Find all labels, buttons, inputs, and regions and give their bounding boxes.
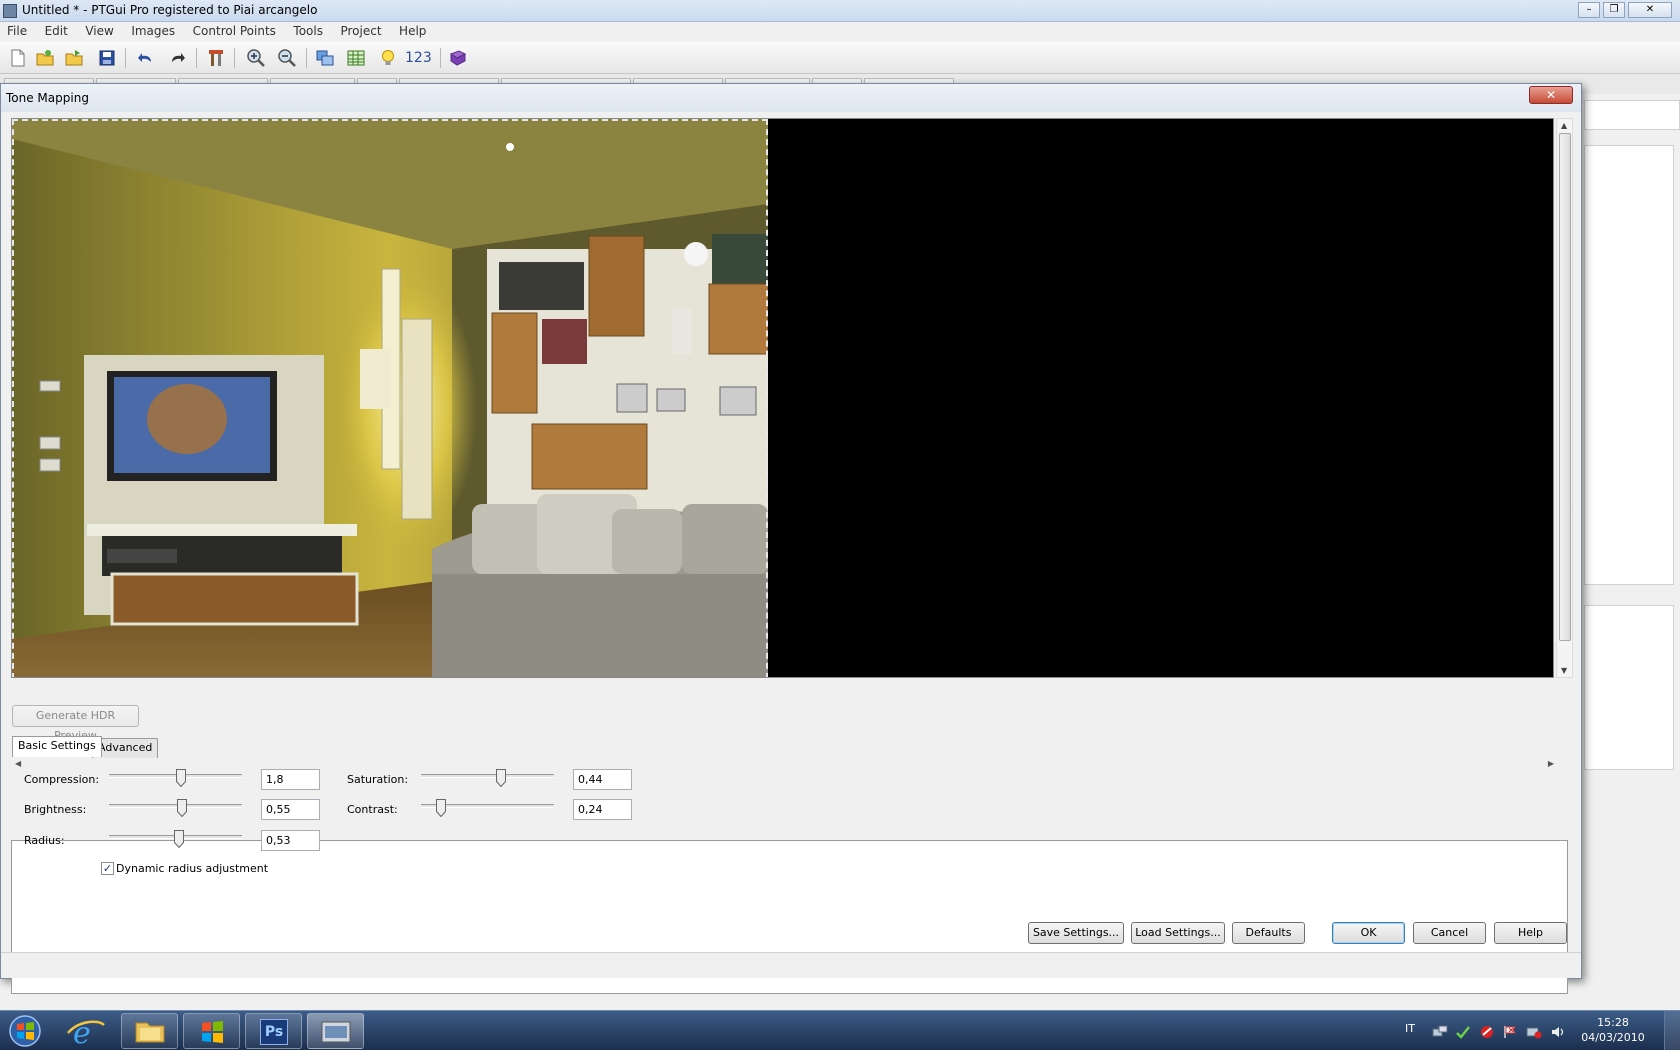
- window-title: Untitled * - PTGui Pro registered to Pia…: [22, 3, 318, 17]
- load-settings-button[interactable]: Load Settings...: [1131, 922, 1225, 944]
- ptgui-app-icon: [3, 4, 17, 18]
- zoom-in-icon[interactable]: [246, 48, 266, 68]
- network-error-icon[interactable]: [1526, 1025, 1542, 1039]
- vertical-scrollbar[interactable]: ▲ ▼: [1556, 118, 1573, 678]
- photoshop-icon[interactable]: Ps: [245, 1013, 302, 1049]
- menu-images[interactable]: Images: [124, 22, 182, 38]
- lightbulb-icon[interactable]: [378, 48, 398, 68]
- background-panel: [1584, 145, 1674, 585]
- help-button[interactable]: Help: [1494, 922, 1567, 944]
- explorer-folder-icon[interactable]: [121, 1013, 178, 1049]
- undo-icon[interactable]: [136, 48, 156, 68]
- restore-button[interactable]: ❐: [1603, 2, 1625, 18]
- menu-file[interactable]: File: [0, 22, 34, 38]
- menu-control-points[interactable]: Control Points: [186, 22, 283, 38]
- save-settings-button[interactable]: Save Settings...: [1028, 922, 1124, 944]
- saturation-slider-track[interactable]: [421, 774, 554, 778]
- defaults-button[interactable]: Defaults: [1232, 922, 1305, 944]
- help-book-icon[interactable]: [448, 48, 468, 68]
- show-desktop-button[interactable]: [1664, 1011, 1680, 1050]
- antivirus-tray-icon[interactable]: [1479, 1025, 1495, 1039]
- cancel-button[interactable]: Cancel: [1413, 922, 1486, 944]
- volume-icon[interactable]: [1550, 1025, 1566, 1039]
- new-icon[interactable]: [8, 48, 28, 68]
- windows-start-icon[interactable]: [5, 1013, 45, 1049]
- table-icon[interactable]: [346, 48, 366, 68]
- toolbar: 123: [0, 42, 1680, 74]
- vertical-scroll-thumb[interactable]: [1559, 133, 1571, 641]
- toolbar-separator: [306, 48, 307, 68]
- brightness-slider-thumb[interactable]: [177, 799, 188, 817]
- clock-time: 15:28: [1597, 1016, 1629, 1029]
- action-center-flag-icon[interactable]: [1502, 1025, 1518, 1039]
- radius-label: Radius:: [24, 834, 65, 847]
- toolbar-separator: [440, 48, 441, 68]
- radius-slider-thumb[interactable]: [174, 830, 185, 848]
- generate-hdr-preview-button[interactable]: Generate HDR Preview: [12, 705, 139, 742]
- tab-basic-settings[interactable]: Basic Settings: [12, 736, 102, 757]
- close-button[interactable]: ✕: [1628, 2, 1672, 18]
- menu-project[interactable]: Project: [333, 22, 388, 38]
- photoshop-label: Ps: [260, 1019, 288, 1045]
- tab-advanced[interactable]: Advanced: [92, 738, 159, 758]
- saturation-label: Saturation:: [347, 773, 409, 786]
- menu-bar: File Edit View Images Control Points Too…: [0, 22, 1680, 42]
- contrast-value-field[interactable]: 0,24: [573, 799, 632, 820]
- scroll-left-arrow-icon[interactable]: ◀: [15, 759, 21, 768]
- radius-value-field[interactable]: 0,53: [261, 830, 320, 851]
- numbers-icon[interactable]: 123: [405, 48, 435, 68]
- toolbar-separator: [234, 48, 235, 68]
- toolbar-separator: [196, 48, 197, 68]
- network-tray-icon[interactable]: [1432, 1025, 1448, 1039]
- minimize-button[interactable]: –: [1578, 2, 1600, 18]
- save-icon[interactable]: [97, 48, 117, 68]
- background-panel: [1584, 100, 1680, 130]
- compression-label: Compression:: [24, 773, 100, 786]
- dialog-title: Tone Mapping: [6, 91, 89, 105]
- horizontal-scrollbar[interactable]: ◀ ▶: [11, 759, 1554, 773]
- open-recent-icon[interactable]: [64, 48, 84, 68]
- dialog-status-bar: [1, 952, 1581, 978]
- taskbar: e Ps IT 15:28 04/03/2010: [0, 1010, 1680, 1050]
- preview-image: [12, 119, 768, 677]
- menu-view[interactable]: View: [78, 22, 120, 38]
- contrast-label: Contrast:: [347, 803, 398, 816]
- saturation-value-field[interactable]: 0,44: [573, 769, 632, 790]
- system-clock[interactable]: 15:28 04/03/2010: [1578, 1015, 1648, 1045]
- tools-icon[interactable]: [206, 48, 226, 68]
- background-panel: [1584, 605, 1674, 770]
- internet-explorer-icon[interactable]: e: [58, 1013, 115, 1049]
- saturation-slider-thumb[interactable]: [495, 769, 506, 787]
- toolbar-separator: [125, 48, 126, 68]
- redo-icon[interactable]: [167, 48, 187, 68]
- compression-slider-thumb[interactable]: [175, 769, 186, 787]
- scroll-down-arrow-icon[interactable]: ▼: [1561, 666, 1567, 675]
- tone-mapping-dialog: Tone Mapping ✕ ▲ ▼ ◀ ▶ Generate HDR Basi…: [0, 83, 1582, 994]
- dynamic-radius-label[interactable]: Dynamic radius adjustment: [116, 862, 268, 875]
- contrast-slider-thumb[interactable]: [435, 799, 446, 817]
- menu-help[interactable]: Help: [392, 22, 433, 38]
- ok-button[interactable]: OK: [1332, 922, 1405, 944]
- dialog-title-bar: Tone Mapping ✕: [1, 84, 1581, 112]
- security-tray-icon[interactable]: [1455, 1025, 1471, 1039]
- hdr-preview[interactable]: [11, 118, 1554, 678]
- dynamic-radius-checkbox[interactable]: ✓: [101, 862, 114, 875]
- ptgui-icon[interactable]: [307, 1013, 364, 1049]
- panorama-editor-icon[interactable]: [315, 48, 335, 68]
- main-title-bar: Untitled * - PTGui Pro registered to Pia…: [0, 0, 1680, 22]
- zoom-out-icon[interactable]: [277, 48, 297, 68]
- scroll-up-arrow-icon[interactable]: ▲: [1561, 121, 1567, 130]
- scroll-right-arrow-icon[interactable]: ▶: [1548, 759, 1554, 768]
- brightness-value-field[interactable]: 0,55: [261, 799, 320, 820]
- brightness-slider-track[interactable]: [109, 804, 242, 808]
- clock-date: 04/03/2010: [1581, 1031, 1645, 1044]
- windows-app-icon[interactable]: [183, 1013, 240, 1049]
- menu-edit[interactable]: Edit: [38, 22, 75, 38]
- compression-value-field[interactable]: 1,8: [261, 769, 320, 790]
- open-icon[interactable]: [35, 48, 55, 68]
- language-indicator[interactable]: IT: [1405, 1022, 1415, 1035]
- menu-tools[interactable]: Tools: [286, 22, 330, 38]
- brightness-label: Brightness:: [24, 803, 87, 816]
- dialog-close-button[interactable]: ✕: [1529, 86, 1573, 104]
